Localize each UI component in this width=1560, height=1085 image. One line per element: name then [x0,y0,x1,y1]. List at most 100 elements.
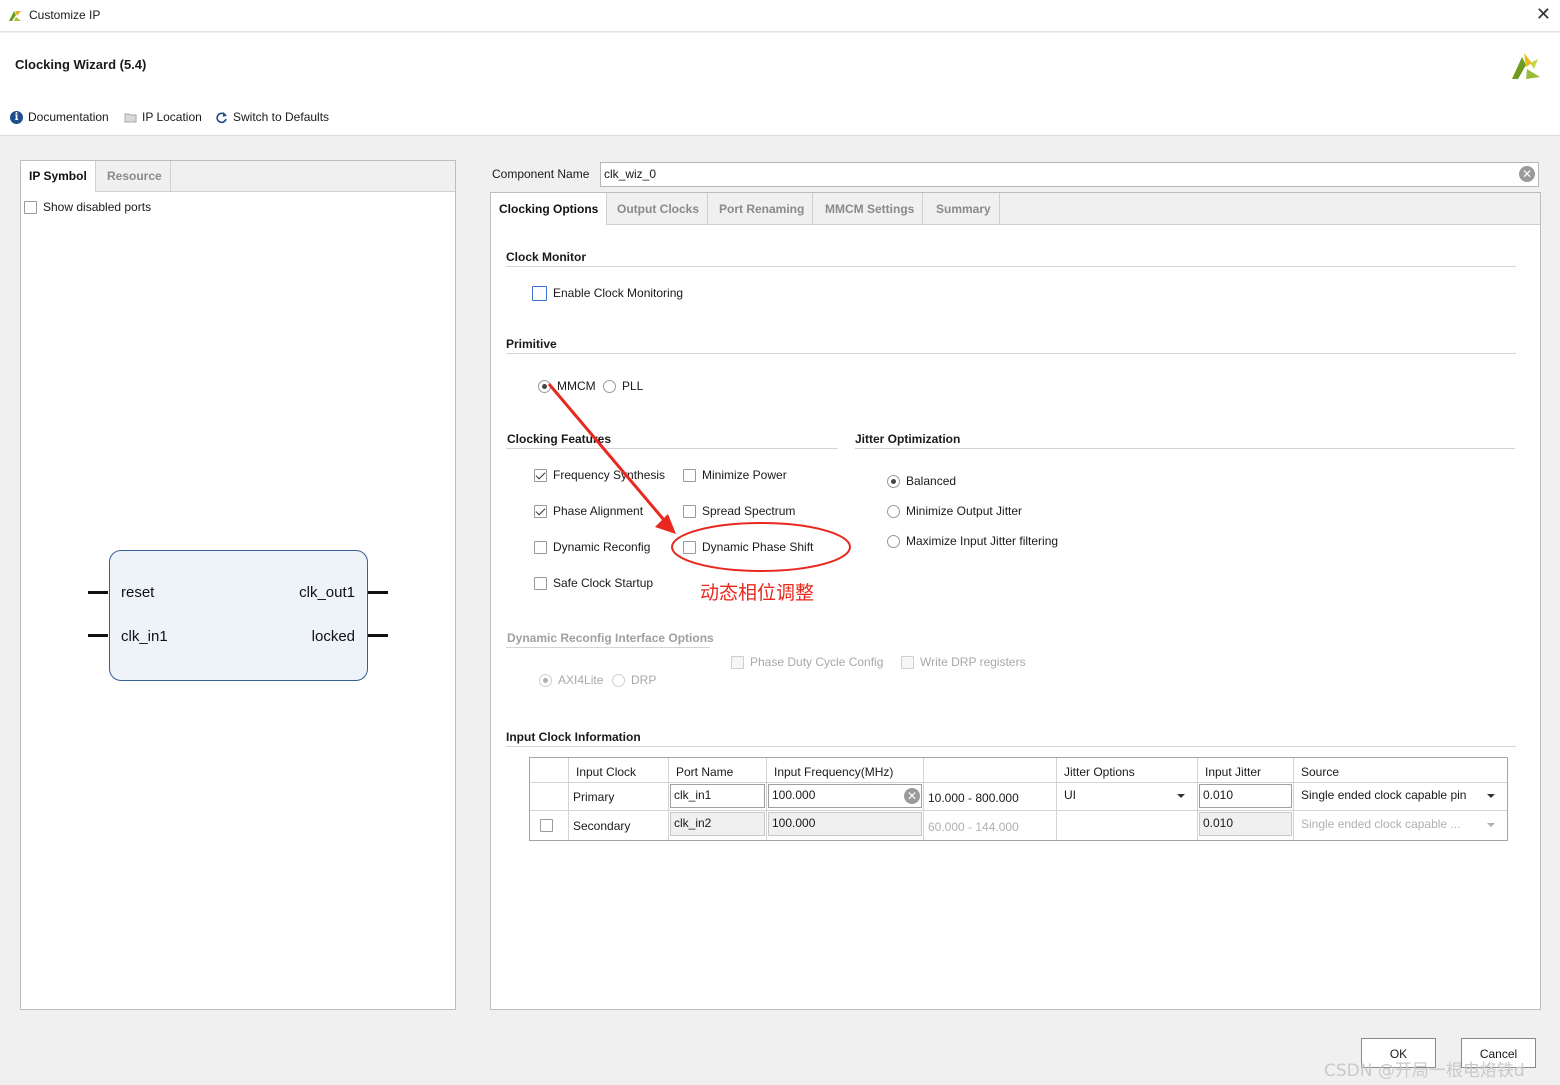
spread-spectrum-checkbox[interactable] [683,504,696,518]
input-clock-information-title: Input Clock Information [506,730,641,744]
component-name-input[interactable]: clk_wiz_0 ✕ [600,162,1539,187]
primary-jitter-options-select[interactable]: UI [1057,783,1198,811]
primitive-mmcm-option[interactable]: MMCM [538,378,596,394]
frequency-synthesis-checkbox[interactable] [534,468,547,482]
input-clock-separator [506,746,1516,747]
wizard-header: Clocking Wizard (5.4) i Documentation IP… [0,33,1560,136]
config-tabstrip: Clocking Options Output Clocks Port Rena… [491,193,1540,225]
reset-port-pin [88,591,108,594]
jitter-optimization-title: Jitter Optimization [855,432,961,446]
table-row-secondary-select [530,811,569,840]
pll-radio[interactable] [603,379,616,393]
show-disabled-ports-option[interactable]: Show disabled ports [24,199,151,215]
primitive-pll-option[interactable]: PLL [603,378,643,394]
refresh-icon [216,111,227,123]
primitive-title: Primitive [506,337,557,351]
locked-port-pin [368,634,388,637]
write-drp-registers-option[interactable]: Write DRP registers [901,654,1026,670]
ip-location-button[interactable]: IP Location [124,109,202,125]
enable-clock-monitoring-checkbox[interactable] [532,285,547,301]
axi4lite-option[interactable]: AXI4Lite [539,672,603,688]
tab-summary[interactable]: Summary [928,193,1000,225]
maximize-input-jitter-radio[interactable] [887,534,900,548]
table-header-input-jitter: Input Jitter [1198,758,1294,783]
secondary-input-jitter-input[interactable]: 0.010 [1199,812,1292,836]
component-name-label: Component Name [492,167,590,181]
secondary-source-select[interactable]: Single ended clock capable ... [1294,811,1507,840]
primary-frequency-range: 10.000 - 800.000 [924,783,1057,811]
clock-monitor-separator [506,266,1516,267]
port-clk-in1: clk_in1 [121,628,168,645]
drp-radio[interactable] [612,673,625,687]
clear-frequency-icon[interactable]: ✕ [904,788,920,804]
tab-resource[interactable]: Resource [99,161,171,192]
switch-to-defaults-label: Switch to Defaults [233,110,330,124]
safe-clock-startup-label: Safe Clock Startup [553,576,654,590]
dynamic-reconfig-checkbox[interactable] [534,540,547,554]
balanced-radio[interactable] [887,474,900,488]
spread-spectrum-label: Spread Spectrum [702,504,796,518]
ip-symbol-block: reset clk_in1 clk_out1 locked [109,550,368,681]
port-locked: locked [311,628,355,645]
primary-frequency-input[interactable]: 100.000 [768,784,922,808]
secondary-enable-checkbox[interactable] [540,819,553,832]
dynamic-phase-shift-label: Dynamic Phase Shift [702,540,814,554]
safe-clock-startup-option[interactable]: Safe Clock Startup [534,575,653,591]
watermark-text: CSDN @开局一根电烙铁d [1324,1061,1525,1081]
minimize-power-label: Minimize Power [702,468,787,482]
switch-to-defaults-button[interactable]: Switch to Defaults [215,109,329,125]
safe-clock-startup-checkbox[interactable] [534,576,547,590]
primary-jitter-option-value: UI [1064,788,1076,802]
jitter-minimize-output-option[interactable]: Minimize Output Jitter [887,503,1022,519]
write-drp-registers-checkbox[interactable] [901,655,914,669]
table-header-range [924,758,1057,783]
dynamic-phase-shift-checkbox[interactable] [683,540,696,554]
close-window-icon[interactable]: ✕ [1536,4,1551,25]
tab-port-renaming[interactable]: Port Renaming [711,193,814,225]
drp-option[interactable]: DRP [612,672,656,688]
minimize-output-jitter-radio[interactable] [887,504,900,518]
chevron-down-icon [1487,794,1495,798]
show-disabled-ports-checkbox[interactable] [24,200,37,214]
documentation-label: Documentation [28,110,109,124]
phase-alignment-label: Phase Alignment [553,504,644,518]
clk-in1-port-pin [88,634,108,637]
dynamic-reconfig-separator [506,647,710,648]
phase-alignment-checkbox[interactable] [534,504,547,518]
table-header-input-clock: Input Clock [569,758,669,783]
table-row-primary-select [530,783,569,811]
spread-spectrum-option[interactable]: Spread Spectrum [683,503,795,519]
tab-output-clocks[interactable]: Output Clocks [609,193,709,225]
enable-clock-monitoring-option[interactable]: Enable Clock Monitoring [532,285,683,301]
secondary-jitter-options-select[interactable] [1057,811,1198,840]
maximize-input-jitter-label: Maximize Input Jitter filtering [906,534,1059,548]
minimize-power-option[interactable]: Minimize Power [683,467,787,483]
mmcm-radio[interactable] [538,379,551,393]
secondary-frequency-input[interactable]: 100.000 [768,812,922,836]
jitter-maximize-input-option[interactable]: Maximize Input Jitter filtering [887,533,1058,549]
tab-ip-symbol[interactable]: IP Symbol [21,161,96,192]
jitter-balanced-option[interactable]: Balanced [887,473,956,489]
clear-component-name-icon[interactable]: ✕ [1519,166,1535,182]
frequency-synthesis-option[interactable]: Frequency Synthesis [534,467,665,483]
tab-clocking-options[interactable]: Clocking Options [491,193,608,225]
secondary-input-clock: Secondary [569,811,669,840]
tab-mmcm-settings[interactable]: MMCM Settings [817,193,924,225]
table-header-port-name: Port Name [669,758,767,783]
dynamic-phase-shift-option[interactable]: Dynamic Phase Shift [683,539,813,555]
minimize-power-checkbox[interactable] [683,468,696,482]
secondary-port-name-input[interactable]: clk_in2 [670,812,765,836]
primary-source-select[interactable]: Single ended clock capable pin [1294,783,1507,811]
primary-input-jitter-input[interactable]: 0.010 [1199,784,1292,808]
secondary-source-value: Single ended clock capable ... [1301,817,1461,831]
phase-duty-cycle-config-option[interactable]: Phase Duty Cycle Config [731,654,883,670]
ip-symbol-panel: IP Symbol Resource Show disabled ports r… [20,160,456,1010]
dynamic-reconfig-option[interactable]: Dynamic Reconfig [534,539,650,555]
pll-label: PLL [622,379,644,393]
primary-port-name-input[interactable]: clk_in1 [670,784,765,808]
phase-alignment-option[interactable]: Phase Alignment [534,503,643,519]
phase-duty-cycle-config-checkbox[interactable] [731,655,744,669]
axi4lite-radio[interactable] [539,673,552,687]
table-cell-secondary-port: clk_in2 [669,811,767,840]
documentation-button[interactable]: i Documentation [10,109,109,125]
